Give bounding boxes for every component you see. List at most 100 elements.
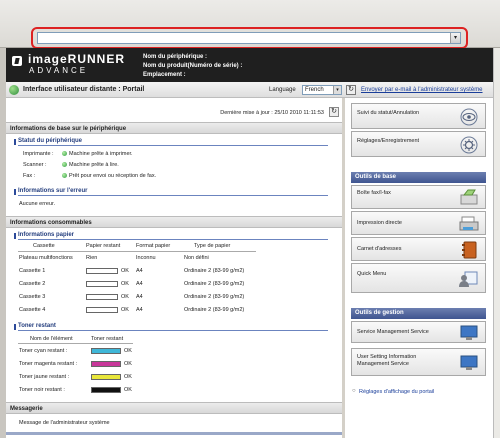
address-bar-highlight bbox=[31, 27, 468, 49]
paper-format: Inconnu bbox=[136, 255, 156, 261]
section-heading: Outils de base bbox=[355, 174, 397, 180]
quick-menu-icon bbox=[459, 271, 478, 287]
paper-remaining: OK bbox=[121, 307, 129, 313]
language-apply-button[interactable]: ↻ bbox=[346, 85, 356, 95]
section-heading: Outils de gestion bbox=[355, 310, 404, 316]
direct-print-button[interactable]: Impression directe bbox=[351, 211, 486, 235]
eye-icon bbox=[460, 108, 478, 126]
paper-remaining: Rien bbox=[86, 255, 98, 261]
language-label: Language bbox=[269, 87, 296, 93]
brand-name: imageRUNNER bbox=[28, 52, 126, 66]
toner-name: Toner noir restant : bbox=[19, 387, 65, 393]
toner-col-name: Nom de l'élément bbox=[30, 336, 73, 342]
main-panel: Dernière mise à jour : 25/10 2010 11:11:… bbox=[6, 98, 342, 438]
globe-icon bbox=[9, 85, 19, 95]
status-fax-label: Fax : bbox=[23, 173, 36, 179]
button-label: Impression directe bbox=[357, 220, 402, 226]
language-value: French bbox=[305, 87, 324, 93]
status-ok-icon bbox=[62, 173, 67, 178]
chevron-down-icon[interactable]: ▾ bbox=[333, 86, 341, 94]
status-ok-icon bbox=[62, 162, 67, 167]
side-panel: Suivi du statut/Annulation Réglages/Enre… bbox=[345, 98, 493, 438]
paper-type: Ordinaire 2 (83-99 g/m2) bbox=[184, 268, 245, 274]
settings-button[interactable]: Réglages/Enregistrement bbox=[351, 131, 486, 157]
toner-cyan-bar bbox=[91, 348, 121, 354]
paper-remaining: OK bbox=[121, 268, 129, 274]
printer-icon bbox=[459, 216, 479, 231]
paper-format: A4 bbox=[136, 294, 143, 300]
status-scanner-value: Machine prête à lire. bbox=[69, 162, 119, 168]
subsection-toner: Toner restant bbox=[14, 323, 328, 331]
paper-remaining: OK bbox=[121, 294, 129, 300]
paper-level-bar bbox=[86, 307, 118, 313]
button-label: Réglages/Enregistrement bbox=[357, 138, 420, 144]
toner-black-bar bbox=[91, 387, 121, 393]
address-book-button[interactable]: Carnet d'adresses bbox=[351, 237, 486, 261]
section-heading: Messagerie bbox=[10, 406, 43, 412]
basic-tools-heading: Outils de base bbox=[351, 172, 486, 183]
fax-icon bbox=[460, 189, 478, 205]
paper-col-format: Format papier bbox=[136, 243, 171, 249]
button-label: Boîte fax/I-fax bbox=[357, 190, 391, 196]
paper-col-type: Type de papier bbox=[194, 243, 231, 249]
device-info: Nom du périphérique : Nom du produit(Num… bbox=[143, 53, 242, 80]
section-basic-info: Informations de base sur le périphérique bbox=[6, 122, 342, 134]
toner-status: OK bbox=[124, 387, 132, 393]
toner-col-remaining: Toner restant bbox=[91, 336, 124, 342]
paper-level-bar bbox=[86, 281, 118, 287]
paper-remaining: OK bbox=[121, 281, 129, 287]
toner-status: OK bbox=[124, 348, 132, 354]
paper-cassette: Plateau multifonctions bbox=[19, 255, 73, 261]
subsection-status: Statut du périphérique bbox=[14, 138, 328, 146]
paper-type: Ordinaire 2 (83-99 g/m2) bbox=[184, 294, 245, 300]
paper-type: Ordinaire 2 (83-99 g/m2) bbox=[184, 307, 245, 313]
paper-format: A4 bbox=[136, 281, 143, 287]
toner-name: Toner magenta restant : bbox=[19, 361, 78, 367]
page-title: Interface utilisateur distante : Portail bbox=[23, 86, 145, 93]
admin-message: Message de l'administrateur système bbox=[19, 420, 110, 426]
vertical-scrollbar[interactable] bbox=[493, 48, 500, 438]
toner-status: OK bbox=[124, 361, 132, 367]
bottom-rule bbox=[6, 432, 342, 435]
paper-cassette: Cassette 4 bbox=[19, 307, 46, 313]
location-label: Emplacement : bbox=[143, 72, 186, 78]
paper-format: A4 bbox=[136, 268, 143, 274]
paper-cassette: Cassette 1 bbox=[19, 268, 46, 274]
table-divider bbox=[18, 343, 133, 344]
status-printer-value: Machine prête à imprimer. bbox=[69, 151, 133, 157]
paper-level-bar bbox=[86, 268, 118, 274]
mail-admin-link[interactable]: Envoyer par e-mail à l'administrateur sy… bbox=[361, 87, 483, 93]
product-name-label: Nom du produit(Numéro de série) : bbox=[143, 63, 243, 69]
status-scanner-label: Scanner : bbox=[23, 162, 47, 168]
table-divider bbox=[18, 251, 256, 252]
fax-box-button[interactable]: Boîte fax/I-fax bbox=[351, 185, 486, 209]
subsection-paper: Informations papier bbox=[14, 232, 328, 240]
section-heading: Informations consommables bbox=[10, 220, 92, 226]
management-tools-heading: Outils de gestion bbox=[351, 308, 486, 319]
section-consumables: Informations consommables bbox=[6, 216, 342, 228]
toner-name: Toner cyan restant : bbox=[19, 348, 68, 354]
toner-yellow-bar bbox=[91, 374, 121, 380]
paper-format: A4 bbox=[136, 307, 143, 313]
user-setting-management-button[interactable]: User Setting Information Management Serv… bbox=[351, 348, 486, 376]
brand-mark-icon bbox=[12, 56, 22, 66]
toner-status: OK bbox=[124, 374, 132, 380]
status-printer-label: Imprimante : bbox=[23, 151, 54, 157]
portal-display-settings-link[interactable]: Réglages d'affichage du portail bbox=[352, 388, 434, 395]
portal-titlebar: Interface utilisateur distante : Portail… bbox=[6, 82, 493, 98]
paper-cassette: Cassette 3 bbox=[19, 294, 46, 300]
subsection-errors: Informations sur l'erreur bbox=[14, 188, 328, 196]
device-header: imageRUNNER ADVANCE Nom du périphérique … bbox=[6, 48, 493, 82]
language-select[interactable]: French ▾ bbox=[302, 85, 342, 95]
paper-type: Ordinaire 2 (83-99 g/m2) bbox=[184, 281, 245, 287]
quick-menu-button[interactable]: Quick Menu bbox=[351, 263, 486, 293]
refresh-button[interactable]: ↻ bbox=[329, 107, 339, 117]
service-management-button[interactable]: Service Management Service bbox=[351, 321, 486, 343]
error-value: Aucune erreur. bbox=[19, 201, 56, 207]
toner-magenta-bar bbox=[91, 361, 121, 367]
button-label: Service Management Service bbox=[357, 329, 429, 335]
monitor-icon bbox=[460, 355, 478, 370]
button-label: Carnet d'adresses bbox=[357, 246, 402, 252]
status-monitor-button[interactable]: Suivi du statut/Annulation bbox=[351, 103, 486, 129]
button-label: User Setting Information Management Serv… bbox=[357, 354, 417, 367]
